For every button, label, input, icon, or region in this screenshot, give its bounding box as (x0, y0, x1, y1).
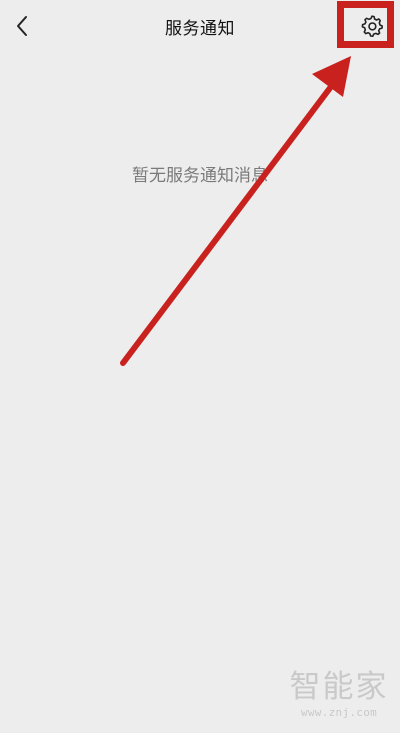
watermark: 智能家 www.znj.com (289, 671, 389, 719)
nav-bar: 服务通知 (0, 0, 400, 52)
gear-icon (361, 15, 383, 37)
service-notification-screen: 服务通知 暂无服务通知消息 智能家 www.znj.com (0, 0, 400, 733)
watermark-url: www.znj.com (300, 706, 378, 719)
annotation-overlay (120, 1, 394, 366)
empty-state-message: 暂无服务通知消息 (132, 166, 268, 186)
page-title: 服务通知 (165, 19, 235, 39)
watermark-logo: 智能家 (289, 669, 389, 705)
annotation-arrowhead (312, 56, 351, 97)
annotation-arrow-line (120, 77, 339, 366)
settings-button[interactable] (358, 12, 386, 40)
